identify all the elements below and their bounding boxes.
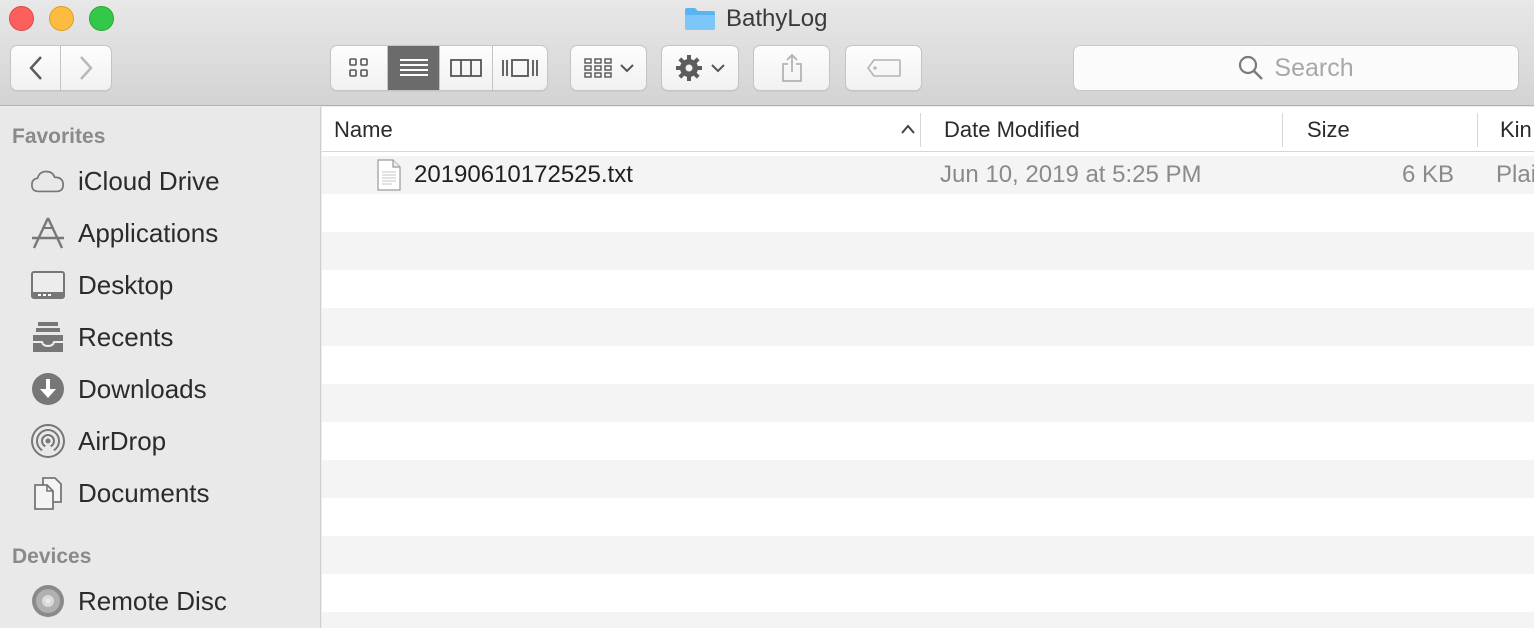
grid-icon [349, 58, 369, 77]
empty-row [322, 346, 1534, 384]
cloud-icon [30, 163, 66, 199]
empty-row [322, 498, 1534, 536]
devices-heading: Devices [12, 545, 92, 568]
window-title: BathyLog [726, 5, 828, 32]
kind-column-label: Kin [1500, 116, 1532, 142]
sidebar-item-applications[interactable]: Applications [0, 211, 320, 255]
search-placeholder: Search [1274, 53, 1354, 82]
sort-ascending-icon [901, 124, 915, 134]
share-icon [781, 53, 802, 82]
text-document-icon [376, 156, 402, 194]
column-view-button[interactable] [440, 46, 493, 90]
sidebar-item-label: AirDrop [78, 425, 167, 456]
close-button[interactable] [9, 6, 34, 31]
table-row[interactable]: 20190610172525.txt Jun 10, 2019 at 5:25 … [322, 156, 1534, 194]
back-button[interactable] [11, 46, 62, 90]
empty-row [322, 574, 1534, 612]
file-list: Name Date Modified Size Kin 201906101725… [322, 107, 1534, 628]
sidebar-item-label: Downloads [78, 373, 207, 404]
share-button[interactable] [753, 45, 830, 91]
folder-icon [684, 7, 716, 31]
empty-row [322, 384, 1534, 422]
group-by-button[interactable] [570, 45, 647, 91]
disc-icon [30, 583, 66, 619]
recents-icon [30, 319, 66, 355]
gear-icon [676, 55, 702, 81]
sidebar-item-remote-disc[interactable]: Remote Disc [0, 579, 320, 623]
search-icon [1239, 55, 1264, 80]
rows: 20190610172525.txt Jun 10, 2019 at 5:25 … [322, 156, 1534, 628]
sidebar-item-desktop[interactable]: Desktop [0, 263, 320, 307]
name-column-label: Name [334, 116, 393, 142]
chevron-right-icon [80, 56, 93, 80]
navigation-buttons [10, 45, 112, 91]
sidebar-item-label: Recents [78, 321, 174, 352]
list-icon [399, 59, 428, 76]
chevron-left-icon [28, 56, 42, 80]
empty-row [322, 270, 1534, 308]
file-size: 6 KB [1401, 161, 1454, 188]
view-mode-control [330, 45, 548, 91]
empty-row [322, 536, 1534, 574]
list-view-button[interactable] [388, 46, 440, 90]
sidebar-item-label: Remote Disc [78, 585, 227, 616]
sidebar-item-downloads[interactable]: Downloads [0, 367, 320, 411]
empty-row [322, 612, 1534, 628]
size-column-header[interactable]: Size [1307, 107, 1350, 152]
empty-row [322, 194, 1534, 232]
date-modified-column-header[interactable]: Date Modified [944, 107, 1080, 152]
sidebar-item-documents[interactable]: Documents [0, 471, 320, 515]
desktop-icon [30, 267, 66, 303]
group-icon [583, 58, 612, 78]
minimize-button[interactable] [49, 6, 74, 31]
sidebar-item-label: Applications [78, 217, 219, 248]
sidebar-item-label: Desktop [78, 269, 174, 300]
empty-row [322, 460, 1534, 498]
sidebar-item-icloud-drive[interactable]: iCloud Drive [0, 159, 320, 203]
documents-icon [30, 475, 66, 511]
sidebar-item-airdrop[interactable]: AirDrop [0, 419, 320, 463]
sidebar: Favorites iCloud Drive Applications Desk… [0, 107, 321, 628]
downloads-icon [30, 371, 66, 407]
window-title-area: BathyLog [684, 4, 827, 34]
empty-row [322, 232, 1534, 270]
applications-icon [30, 215, 66, 251]
icon-view-button[interactable] [331, 46, 389, 90]
action-button[interactable] [661, 45, 739, 91]
search-field[interactable]: Search [1073, 45, 1519, 91]
kind-column-header[interactable]: Kin [1500, 107, 1532, 152]
airdrop-icon [30, 423, 66, 459]
file-date-modified: Jun 10, 2019 at 5:25 PM [940, 161, 1202, 188]
file-name: 20190610172525.txt [414, 161, 633, 188]
column-divider[interactable] [1477, 113, 1478, 147]
column-header: Name Date Modified Size Kin [322, 107, 1534, 152]
forward-button[interactable] [61, 46, 111, 90]
name-column-header[interactable]: Name [334, 107, 920, 152]
empty-row [322, 422, 1534, 460]
chevron-down-icon [711, 64, 725, 73]
cover-flow-icon [501, 59, 538, 77]
chevron-down-icon [619, 64, 634, 73]
tag-icon [866, 59, 901, 77]
file-kind: Plai [1496, 161, 1534, 188]
sidebar-item-label: Documents [78, 477, 210, 508]
column-divider[interactable] [920, 113, 921, 147]
column-divider[interactable] [1282, 113, 1283, 147]
size-column-label: Size [1307, 116, 1350, 142]
sidebar-item-recents[interactable]: Recents [0, 315, 320, 359]
maximize-button[interactable] [89, 6, 114, 31]
date-modified-column-label: Date Modified [944, 116, 1080, 142]
gallery-view-button[interactable] [493, 46, 547, 90]
columns-icon [449, 59, 482, 77]
toolbar: BathyLog Search [0, 0, 1534, 106]
tags-button[interactable] [845, 45, 922, 91]
favorites-heading: Favorites [12, 125, 106, 148]
empty-row [322, 308, 1534, 346]
sidebar-item-label: iCloud Drive [78, 165, 220, 196]
